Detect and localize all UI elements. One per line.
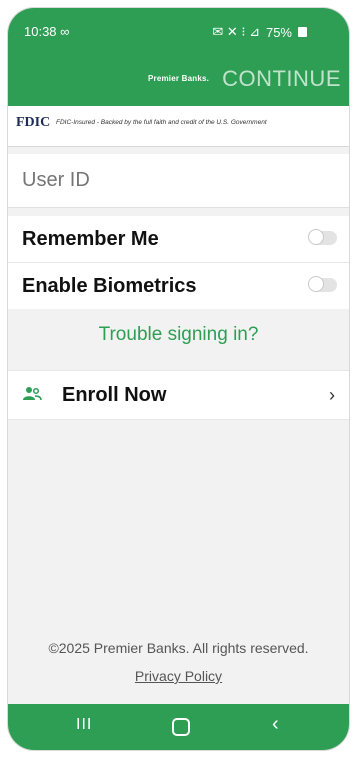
- people-icon: [23, 387, 42, 401]
- biometrics-row: Enable Biometrics: [8, 262, 349, 309]
- toggle-knob: [308, 229, 324, 245]
- status-icons: ✉ ✕ ⁝ ⊿ 75%: [212, 24, 307, 40]
- remember-me-toggle[interactable]: [308, 229, 337, 245]
- remember-me-row: Remember Me: [8, 216, 349, 262]
- back-button[interactable]: ‹: [272, 713, 279, 736]
- privacy-policy-container: Privacy Policy: [8, 668, 349, 684]
- enroll-now-label: Enroll Now: [62, 384, 167, 406]
- battery-level: 75%: [265, 24, 292, 40]
- chevron-right-icon: ›: [329, 385, 335, 405]
- enroll-now-row[interactable]: Enroll Now ›: [8, 370, 349, 420]
- trouble-signing-in-link[interactable]: Trouble signing in?: [8, 324, 349, 346]
- copyright-text: ©2025 Premier Banks. All rights reserved…: [48, 640, 309, 656]
- brand-logo: Premier Banks.: [148, 74, 210, 83]
- home-button[interactable]: [172, 718, 190, 736]
- fdic-logo: FDIC: [16, 115, 51, 130]
- biometrics-toggle[interactable]: [308, 276, 337, 292]
- toggle-knob: [308, 276, 324, 292]
- status-bar: 10:38 ∞ ✉ ✕ ⁝ ⊿ 75%: [8, 8, 349, 56]
- status-time: 10:38 ∞: [24, 24, 70, 39]
- fdic-banner: FDIC FDIC-Insured - Backed by the full f…: [8, 106, 349, 147]
- battery-icon: [298, 27, 307, 37]
- system-nav-bar: III ‹: [8, 704, 349, 750]
- notification-icons: ✉ ✕ ⁝ ⊿: [212, 24, 260, 39]
- recents-button[interactable]: III: [76, 716, 92, 734]
- privacy-policy-link[interactable]: Privacy Policy: [135, 668, 222, 684]
- biometrics-label: Enable Biometrics: [22, 275, 197, 297]
- fdic-disclaimer: FDIC-Insured - Backed by the full faith …: [56, 119, 267, 126]
- continue-button[interactable]: CONTINUE: [222, 66, 341, 92]
- app-header: Premier Banks. CONTINUE: [8, 56, 349, 106]
- phone-screen: 10:38 ∞ ✉ ✕ ⁝ ⊿ 75% Premier Banks. CONTI…: [8, 8, 349, 750]
- userid-input[interactable]: [8, 154, 349, 207]
- remember-me-label: Remember Me: [22, 228, 159, 250]
- userid-field-container: [8, 154, 349, 208]
